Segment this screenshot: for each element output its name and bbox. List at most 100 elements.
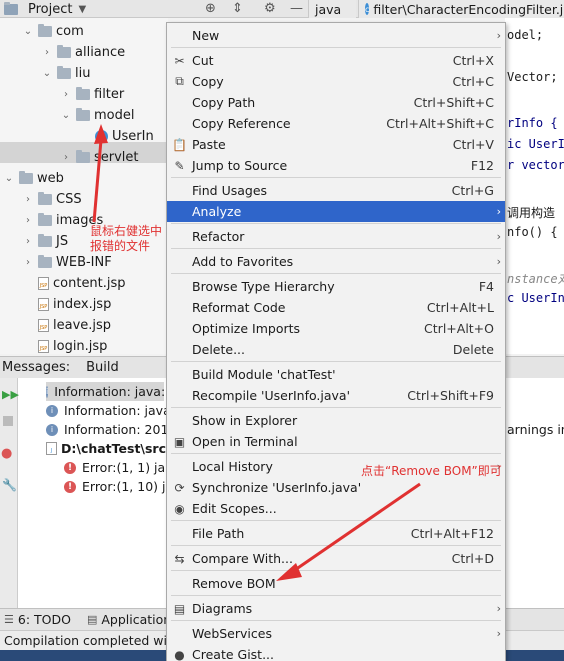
menu-item-compare-with[interactable]: ⇆ Compare With... Ctrl+D bbox=[167, 548, 505, 569]
folder-icon bbox=[76, 150, 90, 163]
tree-item-label: servlet bbox=[94, 150, 139, 165]
tab-todo[interactable]: ☰ 6: TODO bbox=[4, 612, 71, 627]
tree-item[interactable]: JSP leave.jsp bbox=[22, 315, 111, 336]
menu-item-shortcut: Ctrl+V bbox=[452, 137, 494, 152]
tree-item[interactable]: › CSS bbox=[22, 189, 82, 210]
menu-item-build-module-chattest[interactable]: Build Module 'chatTest' bbox=[167, 364, 505, 385]
message-row[interactable]: J D:\chatTest\src\c bbox=[46, 439, 178, 458]
tab-build[interactable]: Build bbox=[80, 360, 125, 375]
menu-item-diagrams[interactable]: ▤ Diagrams › bbox=[167, 598, 505, 619]
menu-separator bbox=[171, 361, 501, 362]
tree-item[interactable]: JSP index.jsp bbox=[22, 294, 111, 315]
editor-tab-character-encoding-filter[interactable]: c filter\CharacterEncodingFilter.ja bbox=[358, 0, 564, 18]
menu-item-refactor[interactable]: Refactor › bbox=[167, 226, 505, 247]
menu-item-find-usages[interactable]: Find Usages Ctrl+G bbox=[167, 180, 505, 201]
tree-item[interactable]: ⌄ web bbox=[3, 168, 64, 189]
error-icon: ! bbox=[64, 480, 76, 493]
submenu-arrow-icon: › bbox=[496, 29, 501, 42]
menu-item-remove-bom[interactable]: Remove BOM bbox=[167, 573, 505, 594]
menu-item-webservices[interactable]: WebServices › bbox=[167, 623, 505, 644]
terminal-icon: ▣ bbox=[173, 434, 186, 449]
message-text: D:\chatTest\src\c bbox=[61, 441, 178, 456]
crosshair-icon[interactable]: ⊕ bbox=[205, 1, 216, 16]
menu-item-shortcut: Ctrl+X bbox=[452, 53, 494, 68]
expand-right-icon[interactable]: › bbox=[60, 152, 72, 163]
expand-down-icon[interactable]: ⌄ bbox=[3, 173, 15, 184]
menu-item-jump-to-source[interactable]: ✎ Jump to Source F12 bbox=[167, 155, 505, 176]
expand-right-icon[interactable]: › bbox=[41, 47, 53, 58]
menu-item-recompile-userinfo-java[interactable]: Recompile 'UserInfo.java' Ctrl+Shift+F9 bbox=[167, 385, 505, 406]
message-row[interactable]: i Information: javac bbox=[46, 401, 178, 420]
menu-separator bbox=[171, 177, 501, 178]
menu-item-analyze[interactable]: Analyze › bbox=[167, 201, 505, 222]
tree-item[interactable]: ⌄ liu bbox=[41, 63, 90, 84]
menu-item-copy-path[interactable]: Copy Path Ctrl+Shift+C bbox=[167, 92, 505, 113]
expand-right-icon[interactable]: › bbox=[22, 194, 34, 205]
menu-item-edit-scopes[interactable]: ◉ Edit Scopes... bbox=[167, 498, 505, 519]
menu-item-open-in-terminal[interactable]: ▣ Open in Terminal bbox=[167, 431, 505, 452]
minimize-icon[interactable]: — bbox=[290, 1, 303, 16]
messages-label: Messages: bbox=[2, 360, 71, 375]
menu-item-browse-type-hierarchy[interactable]: Browse Type Hierarchy F4 bbox=[167, 276, 505, 297]
menu-item-label: Paste bbox=[192, 137, 226, 152]
project-view-selector[interactable]: Project ▼ bbox=[4, 0, 86, 18]
menu-item-label: Jump to Source bbox=[192, 158, 288, 173]
menu-item-label: Recompile 'UserInfo.java' bbox=[192, 388, 351, 403]
tree-item[interactable]: ⌄ com bbox=[22, 21, 84, 42]
menu-item-copy[interactable]: ⧉ Copy Ctrl+C bbox=[167, 71, 505, 92]
tab-application[interactable]: ▤ Application bbox=[87, 612, 171, 627]
menu-item-reformat-code[interactable]: Reformat Code Ctrl+Alt+L bbox=[167, 297, 505, 318]
message-row[interactable]: i Information: 2019 bbox=[46, 420, 176, 439]
menu-item-delete[interactable]: Delete... Delete bbox=[167, 339, 505, 360]
tree-item[interactable]: › WEB-INF bbox=[22, 252, 112, 273]
tree-item-label: index.jsp bbox=[53, 297, 112, 312]
gear-icon[interactable]: ⚙ bbox=[264, 1, 276, 16]
expand-right-icon[interactable]: › bbox=[22, 236, 34, 247]
expand-right-icon[interactable]: › bbox=[22, 257, 34, 268]
menu-item-shortcut: F12 bbox=[470, 158, 494, 173]
error-filter-icon[interactable]: ● bbox=[1, 446, 12, 461]
expand-right-icon[interactable]: › bbox=[22, 215, 34, 226]
expand-down-icon[interactable]: ⌄ bbox=[41, 68, 53, 79]
stop-icon[interactable] bbox=[3, 416, 13, 426]
editor-tab-previous[interactable]: java bbox=[308, 0, 356, 18]
menu-item-new[interactable]: New › bbox=[167, 25, 505, 46]
message-text: Error:(1, 1) ja bbox=[82, 460, 166, 475]
tree-item[interactable]: › alliance bbox=[41, 42, 125, 63]
menu-item-cut[interactable]: ✂ Cut Ctrl+X bbox=[167, 50, 505, 71]
menu-item-label: Edit Scopes... bbox=[192, 501, 277, 516]
menu-item-label: Build Module 'chatTest' bbox=[192, 367, 336, 382]
menu-item-label: Diagrams bbox=[192, 601, 253, 616]
menu-item-show-in-explorer[interactable]: Show in Explorer bbox=[167, 410, 505, 431]
message-row[interactable]: ! Error:(1, 10) ja bbox=[64, 477, 173, 496]
code-editor[interactable]: odel; Vector; rInfo {ic UserI r vector 调用构造 n… bbox=[505, 18, 564, 354]
menu-separator bbox=[171, 620, 501, 621]
menu-item-synchronize-userinfo-java[interactable]: ⟳ Synchronize 'UserInfo.java' bbox=[167, 477, 505, 498]
menu-separator bbox=[171, 520, 501, 521]
menu-item-paste[interactable]: 📋 Paste Ctrl+V bbox=[167, 134, 505, 155]
tree-annotation: 鼠标右健选中 报错的文件 bbox=[90, 224, 163, 253]
info-icon: i bbox=[46, 385, 49, 398]
menu-item-create-gist[interactable]: ● Create Gist... bbox=[167, 644, 505, 661]
tree-item[interactable]: c UserIn bbox=[79, 126, 154, 147]
collapse-icon[interactable]: ⇕ bbox=[232, 1, 243, 16]
menu-item-optimize-imports[interactable]: Optimize Imports Ctrl+Alt+O bbox=[167, 318, 505, 339]
tree-item[interactable]: › JS bbox=[22, 231, 68, 252]
expand-right-icon[interactable]: › bbox=[60, 89, 72, 100]
expand-down-icon[interactable]: ⌄ bbox=[60, 110, 72, 121]
folder-icon bbox=[57, 66, 71, 79]
tree-item[interactable]: › servlet bbox=[60, 147, 139, 168]
expand-down-icon[interactable]: ⌄ bbox=[22, 26, 34, 37]
rerun-icon[interactable]: ▶▶ bbox=[2, 388, 19, 401]
wrench-icon[interactable]: 🔧 bbox=[2, 478, 17, 492]
tree-item[interactable]: JSP login.jsp bbox=[22, 336, 107, 357]
tree-item[interactable]: ⌄ model bbox=[60, 105, 134, 126]
menu-item-shortcut: Ctrl+Alt+Shift+C bbox=[386, 116, 494, 131]
tree-item[interactable]: › filter bbox=[60, 84, 124, 105]
message-row[interactable]: i Information: java: bbox=[46, 382, 165, 401]
menu-item-file-path[interactable]: File Path Ctrl+Alt+F12 bbox=[167, 523, 505, 544]
menu-item-copy-reference[interactable]: Copy Reference Ctrl+Alt+Shift+C bbox=[167, 113, 505, 134]
tree-item[interactable]: JSP content.jsp bbox=[22, 273, 126, 294]
message-row[interactable]: ! Error:(1, 1) ja bbox=[64, 458, 165, 477]
menu-item-add-to-favorites[interactable]: Add to Favorites › bbox=[167, 251, 505, 272]
